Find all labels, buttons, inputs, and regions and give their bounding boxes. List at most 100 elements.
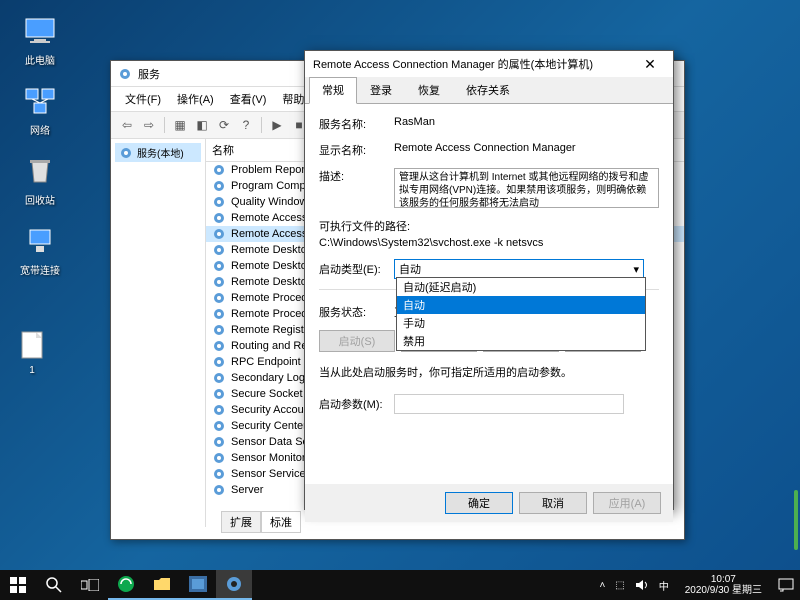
tab-standard[interactable]: 标准 — [261, 511, 301, 533]
taskbar-clock[interactable]: 10:07 2020/9/30 星期三 — [679, 574, 768, 596]
desktop-icon-broadband[interactable]: 宽带连接 — [10, 220, 70, 280]
forward-icon[interactable]: ⇨ — [139, 115, 159, 135]
tab-general[interactable]: 常规 — [309, 77, 357, 104]
gear-icon — [212, 243, 226, 257]
toolbar-icon[interactable]: ◧ — [192, 115, 212, 135]
tray-network-icon[interactable]: ⬚ — [615, 580, 624, 591]
play-icon[interactable]: ▶ — [267, 115, 287, 135]
selected-option: 自动 — [399, 261, 421, 277]
service-name: Remote Registry — [231, 324, 313, 336]
gear-icon — [119, 146, 133, 160]
tab-logon[interactable]: 登录 — [357, 77, 405, 103]
dropdown-option-auto[interactable]: 自动 — [397, 296, 645, 314]
desktop-icon-recycle-bin[interactable]: 回收站 — [10, 150, 70, 210]
gear-icon — [212, 355, 226, 369]
dialog-button-row: 确定 取消 应用(A) — [305, 484, 673, 522]
desktop-icon-this-pc[interactable]: 此电脑 — [10, 10, 70, 70]
search-icon — [46, 577, 62, 593]
menu-action[interactable]: 操作(A) — [169, 89, 222, 109]
service-name: Remote Desktop — [231, 276, 313, 288]
taskbar-item-services[interactable] — [216, 570, 252, 600]
gear-icon — [212, 339, 226, 353]
volume-icon[interactable] — [635, 579, 649, 591]
clock-time: 10:07 — [685, 574, 762, 585]
service-name: Program Compat — [231, 180, 315, 192]
service-name: Quality Windows — [231, 196, 313, 208]
services-view-tabs: 扩展标准 — [221, 511, 301, 533]
gear-icon — [225, 575, 243, 593]
start-button[interactable] — [0, 570, 36, 600]
menu-file[interactable]: 文件(F) — [117, 89, 169, 109]
close-button[interactable]: ✕ — [635, 53, 665, 75]
system-tray: ˄ ⬚ 中 10:07 2020/9/30 星期三 — [599, 574, 800, 596]
value-description[interactable]: 管理从这台计算机到 Internet 或其他远程网络的拨号和虚拟专用网络(VPN… — [394, 168, 659, 208]
toolbar-icon[interactable]: ⟳ — [214, 115, 234, 135]
sidebar-item-services-local[interactable]: 服务(本地) — [115, 143, 201, 162]
gear-icon — [212, 387, 226, 401]
startup-type-select[interactable]: 自动 ▾ — [394, 259, 644, 279]
taskbar: ˄ ⬚ 中 10:07 2020/9/30 星期三 — [0, 570, 800, 600]
properties-titlebar[interactable]: Remote Access Connection Manager 的属性(本地计… — [305, 51, 673, 77]
recycle-bin-icon — [22, 153, 58, 189]
windows-icon — [10, 577, 26, 593]
properties-tabs: 常规 登录 恢复 依存关系 — [305, 77, 673, 104]
ok-button[interactable]: 确定 — [445, 492, 513, 514]
taskbar-item-edge[interactable] — [108, 570, 144, 600]
back-icon[interactable]: ⇦ — [117, 115, 137, 135]
cancel-button[interactable]: 取消 — [519, 492, 587, 514]
dropdown-option-auto-delayed[interactable]: 自动(延迟启动) — [397, 278, 645, 296]
tab-recovery[interactable]: 恢复 — [405, 77, 453, 103]
label-description: 描述: — [319, 168, 394, 208]
dropdown-option-manual[interactable]: 手动 — [397, 314, 645, 332]
toolbar-icon[interactable]: ▦ — [170, 115, 190, 135]
task-view-button[interactable] — [72, 570, 108, 600]
help-icon[interactable]: ? — [236, 115, 256, 135]
gear-icon — [212, 323, 226, 337]
service-name: Problem Reports — [231, 164, 314, 176]
gear-icon — [212, 307, 226, 321]
gear-icon — [212, 435, 226, 449]
gear-icon — [212, 179, 226, 193]
desktop-icon-label: 回收站 — [25, 192, 55, 207]
properties-dialog: Remote Access Connection Manager 的属性(本地计… — [304, 50, 674, 510]
task-view-icon — [81, 579, 99, 591]
computer-icon — [22, 13, 58, 49]
tab-dependencies[interactable]: 依存关系 — [453, 77, 523, 103]
ime-indicator[interactable]: 中 — [659, 578, 669, 593]
clock-date: 2020/9/30 星期三 — [685, 585, 762, 596]
notifications-icon[interactable] — [778, 578, 794, 592]
gear-icon — [117, 66, 133, 82]
taskbar-item-app[interactable] — [180, 570, 216, 600]
desktop-icon-label: 宽带连接 — [20, 262, 60, 277]
gear-icon — [212, 227, 226, 241]
value-service-name: RasMan — [394, 116, 659, 132]
file-label: 1 — [29, 365, 35, 376]
tab-extended[interactable]: 扩展 — [221, 511, 261, 533]
desktop-icon-label: 此电脑 — [25, 52, 55, 67]
hint-text: 当从此处启动服务时，你可指定所适用的启动参数。 — [319, 364, 659, 380]
label-startup-type: 启动类型(E): — [319, 261, 394, 277]
network-icon — [22, 83, 58, 119]
label-service-name: 服务名称: — [319, 116, 394, 132]
service-name: Remote Desktop — [231, 260, 313, 272]
gear-icon — [212, 467, 226, 481]
chevron-down-icon: ▾ — [633, 263, 639, 276]
service-name: Security Center — [231, 420, 307, 432]
gear-icon — [212, 419, 226, 433]
dialog-title: Remote Access Connection Manager 的属性(本地计… — [313, 56, 635, 72]
gear-icon — [212, 211, 226, 225]
dropdown-option-disabled[interactable]: 禁用 — [397, 332, 645, 350]
file-icon — [18, 330, 46, 362]
tray-chevron-icon[interactable]: ˄ — [599, 580, 605, 591]
search-button[interactable] — [36, 570, 72, 600]
gear-icon — [212, 403, 226, 417]
taskbar-item-explorer[interactable] — [144, 570, 180, 600]
menu-view[interactable]: 查看(V) — [222, 89, 275, 109]
desktop-file[interactable]: 1 — [18, 330, 46, 376]
start-params-input — [394, 394, 624, 414]
properties-content: 服务名称: RasMan 显示名称: Remote Access Connect… — [305, 104, 673, 484]
service-name: Sensor Service — [231, 468, 306, 480]
start-button: 启动(S) — [319, 330, 395, 352]
desktop-icon-label: 网络 — [30, 122, 50, 137]
desktop-icon-network[interactable]: 网络 — [10, 80, 70, 140]
